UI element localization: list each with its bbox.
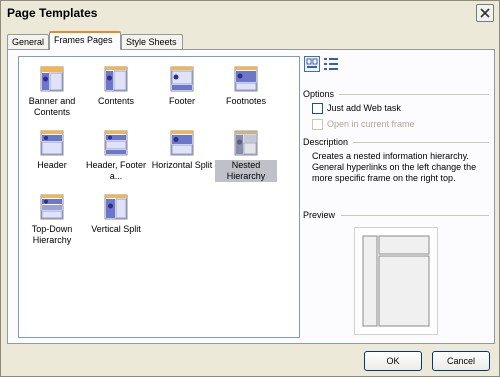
template-item-contents[interactable]: Contents — [85, 65, 147, 107]
template-item-banner-contents[interactable]: Banner and Contents — [21, 65, 83, 118]
just-add-web-task-checkbox[interactable] — [312, 103, 323, 114]
template-label: Header, Footer a... — [85, 160, 147, 181]
template-label: Horizontal Split — [151, 160, 213, 170]
just-add-web-task-label: Just add Web task — [327, 103, 401, 113]
template-label: Nested Hierarchy — [215, 160, 277, 182]
options-heading: Options — [303, 89, 335, 99]
ok-button[interactable]: OK — [364, 351, 422, 371]
horizontal-split-template-icon — [170, 130, 194, 156]
page-templates-dialog: Page Templates General Frames Pages Styl… — [0, 0, 500, 377]
template-label: Banner and Contents — [28, 96, 76, 117]
header-footer-template-icon — [104, 130, 128, 156]
template-item-top-down-hierarchy[interactable]: Top-Down Hierarchy — [21, 193, 83, 246]
banner-contents-template-icon — [40, 66, 64, 92]
options-divider — [339, 94, 489, 95]
title-bar: Page Templates — [1, 1, 499, 25]
tab-frames-pages[interactable]: Frames Pages — [49, 31, 121, 50]
template-label: Footer — [168, 96, 195, 106]
template-item-header[interactable]: Header — [21, 129, 83, 171]
close-button[interactable] — [476, 4, 494, 22]
nested-hierarchy-preview-diagram — [362, 235, 430, 327]
template-item-footnotes[interactable]: Footnotes — [215, 65, 277, 107]
preview-heading: Preview — [303, 210, 336, 220]
close-icon — [480, 8, 490, 18]
template-label: Header — [37, 160, 67, 170]
template-item-nested-hierarchy[interactable]: Nested Hierarchy — [215, 129, 277, 182]
preview-divider — [341, 215, 489, 216]
template-label: Top-Down Hierarchy — [31, 224, 73, 245]
open-in-current-frame-checkbox — [312, 119, 323, 130]
nested-hierarchy-template-icon — [234, 130, 258, 156]
template-label: Vertical Split — [91, 224, 141, 234]
cancel-button[interactable]: Cancel — [432, 351, 490, 371]
contents-template-icon — [104, 66, 128, 92]
preview-image — [354, 227, 438, 335]
top-down-hierarchy-template-icon — [40, 194, 64, 220]
footnotes-template-icon — [234, 66, 258, 92]
template-label: Contents — [97, 96, 135, 106]
template-item-footer[interactable]: Footer — [151, 65, 213, 107]
large-icons-view-button[interactable] — [304, 56, 320, 72]
template-item-vertical-split[interactable]: Vertical Split — [85, 193, 147, 235]
open-in-current-frame-label: Open in current frame — [327, 119, 415, 129]
description-heading: Description — [303, 137, 349, 147]
template-item-horizontal-split[interactable]: Horizontal Split — [151, 129, 213, 171]
header-template-icon — [40, 130, 64, 156]
template-list[interactable]: Banner and Contents Contents Footer Foot… — [18, 56, 300, 338]
template-item-header-footer[interactable]: Header, Footer a... — [85, 129, 147, 182]
details-view-button[interactable] — [323, 56, 339, 72]
large-icons-view-icon — [306, 58, 318, 68]
details-view-icon — [324, 58, 338, 70]
description-divider — [353, 142, 489, 143]
tab-style-sheets[interactable]: Style Sheets — [121, 34, 183, 49]
template-label: Footnotes — [225, 96, 267, 106]
tab-general[interactable]: General — [7, 34, 49, 49]
view-toggle — [304, 56, 344, 74]
vertical-split-template-icon — [104, 194, 128, 220]
footer-template-icon — [170, 66, 194, 92]
description-text: Creates a nested information hierarchy. … — [312, 151, 477, 183]
window-title: Page Templates — [7, 6, 98, 20]
